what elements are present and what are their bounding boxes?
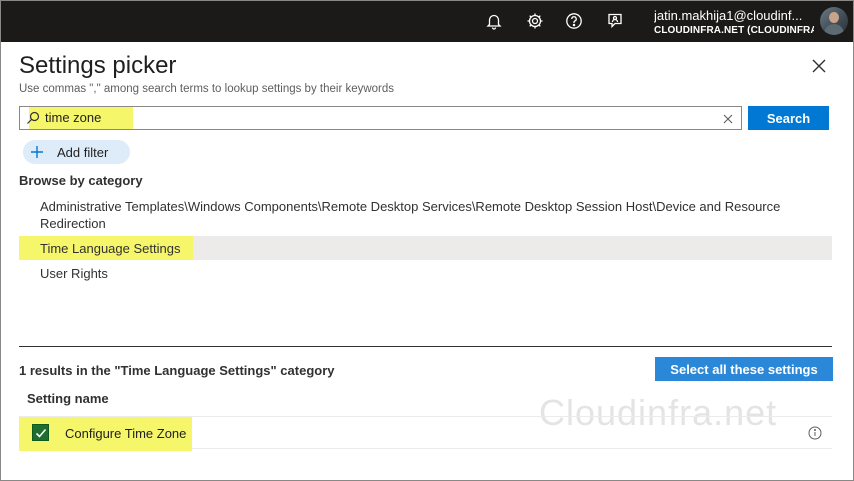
select-all-button[interactable]: Select all these settings: [655, 357, 833, 381]
gear-icon[interactable]: [525, 11, 545, 31]
search-value: time zone: [45, 110, 102, 125]
clear-icon[interactable]: [722, 112, 734, 124]
avatar[interactable]: [820, 7, 848, 35]
bell-icon[interactable]: [484, 11, 504, 31]
close-icon[interactable]: [810, 57, 828, 75]
column-header-setting-name[interactable]: Setting name: [27, 391, 109, 406]
page-title: Settings picker: [19, 52, 177, 79]
setting-name: Configure Time Zone: [65, 426, 187, 441]
search-input[interactable]: time zone: [19, 106, 742, 130]
divider: [19, 346, 832, 347]
category-item[interactable]: Administrative Templates\Windows Compone…: [19, 198, 832, 232]
subtitle: Use commas "," among search terms to loo…: [19, 83, 395, 95]
tenant-name: CLOUDINFRA.NET (CLOUDINFRA...: [654, 25, 814, 36]
table-row[interactable]: Configure Time Zone: [19, 417, 832, 451]
category-label: Time Language Settings: [40, 241, 181, 256]
category-label: User Rights: [40, 266, 108, 281]
checkbox-checked[interactable]: [32, 424, 49, 441]
plus-icon: [31, 146, 43, 158]
user-name: jatin.makhija1@cloudinf...: [654, 8, 803, 23]
search-button[interactable]: Search: [748, 106, 829, 130]
category-item-selected[interactable]: Time Language Settings: [19, 236, 832, 260]
category-label: Administrative Templates\Windows Compone…: [40, 199, 781, 231]
top-bar: jatin.makhija1@cloudinf... CLOUDINFRA.NE…: [0, 0, 854, 42]
browse-label: Browse by category: [19, 173, 143, 188]
results-count: 1 results in the "Time Language Settings…: [19, 363, 335, 378]
add-filter-button[interactable]: Add filter: [23, 140, 130, 164]
add-filter-label: Add filter: [57, 145, 109, 160]
search-icon: [26, 111, 40, 125]
help-icon[interactable]: [564, 11, 584, 31]
account-info[interactable]: jatin.makhija1@cloudinf... CLOUDINFRA.NE…: [654, 8, 814, 38]
category-item[interactable]: User Rights: [19, 265, 832, 282]
feedback-icon[interactable]: [605, 11, 625, 31]
info-icon[interactable]: [808, 426, 822, 440]
